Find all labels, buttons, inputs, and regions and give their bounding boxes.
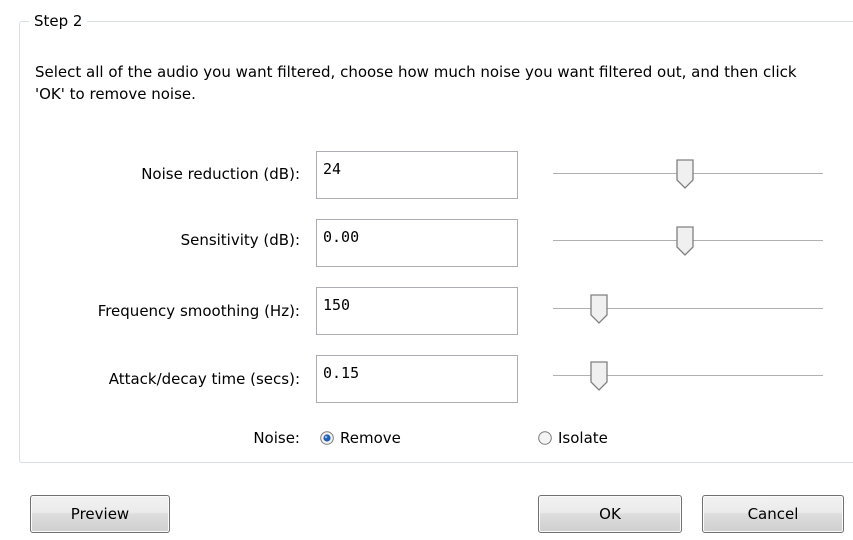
radio-isolate[interactable]: Isolate [538, 424, 608, 452]
sensitivity-slider[interactable] [553, 222, 823, 262]
slider-thumb[interactable] [675, 225, 695, 257]
noise-reduction-label: Noise reduction (dB): [141, 165, 300, 183]
noise-reduction-input[interactable]: 24 [316, 151, 518, 199]
ok-button[interactable]: OK [538, 495, 682, 533]
frequency-smoothing-label: Frequency smoothing (Hz): [97, 302, 300, 320]
noise-label: Noise: [253, 429, 300, 447]
slider-thumb[interactable] [589, 293, 609, 325]
radio-isolate-label: Isolate [558, 429, 608, 447]
sensitivity-label: Sensitivity (dB): [180, 231, 300, 249]
attack-decay-slider[interactable] [553, 357, 823, 397]
step-2-title: Step 2 [29, 11, 88, 31]
attack-decay-label: Attack/decay time (secs): [108, 370, 300, 388]
noise-reduction-slider[interactable] [553, 155, 823, 195]
cancel-button[interactable]: Cancel [702, 495, 844, 533]
radio-unselected-icon[interactable] [538, 431, 552, 445]
slider-thumb[interactable] [675, 158, 695, 190]
attack-decay-input[interactable]: 0.15 [316, 355, 518, 403]
frequency-smoothing-input[interactable]: 150 [316, 287, 518, 335]
radio-selected-icon[interactable] [320, 431, 334, 445]
radio-remove-label: Remove [340, 429, 401, 447]
frequency-smoothing-slider[interactable] [553, 290, 823, 330]
instructions-text: Select all of the audio you want filtere… [35, 63, 797, 103]
preview-button[interactable]: Preview [30, 495, 170, 533]
slider-thumb[interactable] [589, 360, 609, 392]
sensitivity-input[interactable]: 0.00 [316, 219, 518, 267]
radio-remove[interactable]: Remove [320, 424, 401, 452]
